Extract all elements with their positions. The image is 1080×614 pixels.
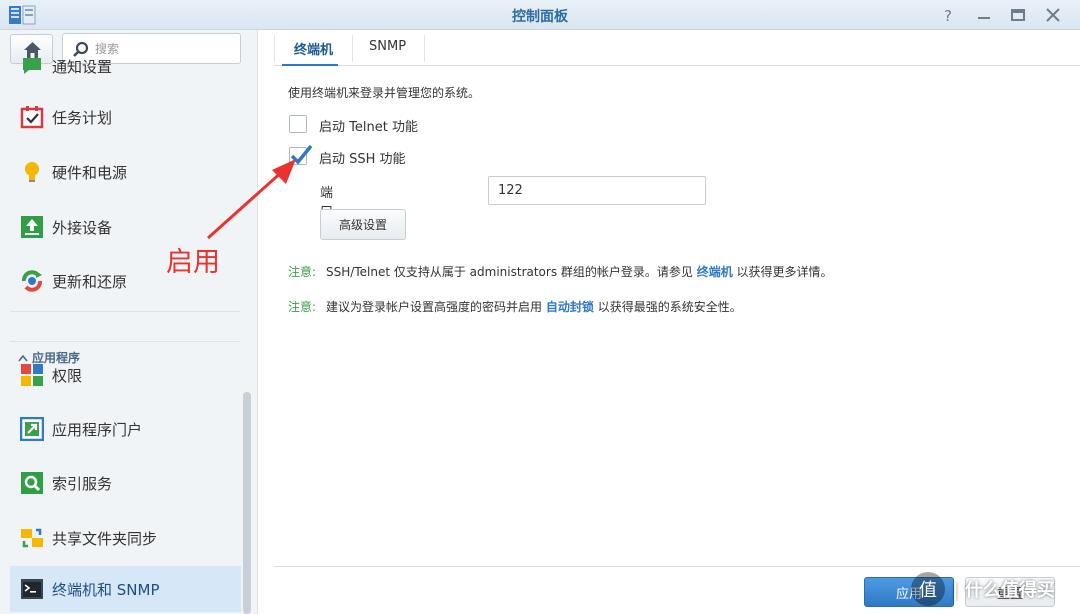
sidebar-scrollbar[interactable]	[243, 392, 251, 614]
tab-snmp[interactable]: SNMP	[369, 39, 406, 54]
active-tab-indicator	[282, 64, 338, 66]
tab-terminal[interactable]: 终端机	[294, 39, 333, 58]
annotation-label: 启用	[166, 247, 220, 278]
tab-separator	[274, 35, 275, 62]
maximize-icon[interactable]	[1007, 4, 1029, 26]
terminal-icon	[21, 579, 43, 599]
sidebar-item-notification[interactable]: 通知设置	[10, 40, 241, 86]
note-ssh-admin: 注意: SSH/Telnet 仅支持从属于 administrators 群组的帐…	[288, 263, 833, 280]
divider	[10, 311, 240, 312]
svg-text:值: 值	[919, 580, 937, 601]
sidebar-item-label: 任务计划	[52, 109, 113, 127]
help-icon[interactable]: ?	[938, 4, 960, 26]
note-tag: 注意:	[288, 265, 317, 279]
ssh-label: 启动 SSH 功能	[319, 152, 406, 167]
sidebar: 通知设置 任务计划 硬件和电源 外接设备 更新和还	[0, 30, 258, 614]
refresh-icon	[22, 270, 42, 292]
footer-divider	[274, 566, 1080, 567]
sidebar-item-label: 硬件和电源	[52, 164, 128, 182]
watermark-text: | 什么值得买	[952, 580, 1055, 601]
description-text: 使用终端机来登录并管理您的系统。	[288, 86, 481, 100]
auto-block-link[interactable]: 自动封锁	[546, 300, 594, 314]
tiles-icon	[21, 364, 43, 386]
calendar-check-icon	[20, 106, 44, 129]
sync-folder-icon	[21, 528, 43, 548]
note-tag: 注意:	[288, 300, 317, 314]
magnifier-icon	[21, 472, 43, 494]
sidebar-item-label: 应用程序门户	[52, 421, 143, 439]
divider	[10, 341, 240, 342]
watermark-logo: 值	[911, 572, 945, 606]
sidebar-item-task-scheduler[interactable]: 任务计划	[10, 94, 241, 140]
tab-bar: 终端机 SNMP	[274, 30, 1080, 66]
sidebar-item-label: 外接设备	[52, 219, 113, 237]
window-title: 控制面板	[512, 9, 568, 25]
sidebar-item-label: 权限	[52, 367, 83, 385]
advanced-settings-button[interactable]: 高级设置	[320, 209, 406, 240]
sidebar-item-indexing[interactable]: 索引服务	[10, 460, 241, 506]
telnet-checkbox[interactable]	[289, 115, 307, 133]
sidebar-item-label: 通知设置	[52, 58, 113, 76]
sidebar-item-label: 更新和还原	[52, 273, 128, 291]
chat-bubble-icon	[23, 58, 41, 74]
main-panel: 终端机 SNMP 使用终端机来登录并管理您的系统。 启动 Telnet 功能 启…	[274, 30, 1080, 614]
sidebar-item-shared-folder-sync[interactable]: 共享文件夹同步	[10, 515, 241, 561]
title-bar: 控制面板 ?	[0, 0, 1080, 30]
note-text: 建议为登录帐户设置高强度的密码并启用	[326, 300, 546, 314]
sidebar-item-terminal-snmp[interactable]: 终端机和 SNMP	[10, 566, 241, 612]
tab-separator	[352, 35, 353, 62]
note-password: 注意: 建议为登录帐户设置高强度的密码并启用 自动封锁 以获得最强的系统安全性。	[288, 298, 742, 315]
note-suffix: 以获得最强的系统安全性。	[593, 300, 742, 314]
terminal-help-link[interactable]: 终端机	[697, 265, 733, 279]
note-text: SSH/Telnet 仅支持从属于 administrators 群组的帐户登录…	[326, 265, 697, 279]
close-icon[interactable]	[1042, 4, 1064, 26]
tab-separator	[424, 35, 425, 62]
portal-arrow-icon	[20, 417, 44, 441]
svg-text:?: ?	[944, 7, 952, 25]
minimize-icon[interactable]	[973, 4, 995, 26]
lightbulb-icon	[25, 162, 39, 182]
upload-arrow-icon	[21, 216, 43, 238]
sidebar-item-label: 终端机和 SNMP	[52, 581, 160, 599]
telnet-label: 启动 Telnet 功能	[319, 120, 418, 135]
port-input[interactable]	[488, 176, 706, 205]
sidebar-item-label: 索引服务	[52, 475, 113, 493]
note-suffix: 以获得更多详情。	[732, 265, 833, 279]
sidebar-item-app-portal[interactable]: 应用程序门户	[10, 406, 241, 452]
sidebar-item-label: 共享文件夹同步	[52, 530, 158, 548]
sidebar-item-privileges[interactable]: 权限	[10, 352, 241, 398]
